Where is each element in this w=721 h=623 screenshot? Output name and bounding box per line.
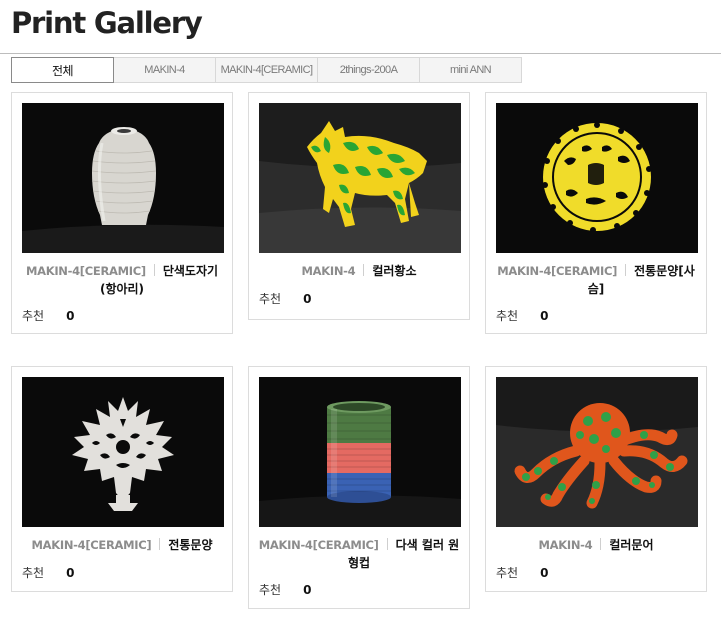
recommend-label: 추천 bbox=[22, 309, 45, 323]
recommend-label: 추천 bbox=[22, 566, 45, 580]
meta-separator bbox=[625, 264, 627, 276]
recommend-count: 0 bbox=[66, 566, 75, 580]
tab-2things-200a[interactable]: 2things-200A bbox=[317, 57, 420, 83]
card-meta: MAKIN-4[CERAMIC] 다색 컬러 원형컵 bbox=[249, 536, 469, 572]
product-image-ceramic-jar[interactable] bbox=[22, 103, 224, 253]
recommend-label: 추천 bbox=[496, 309, 519, 323]
printer-model: MAKIN-4[CERAMIC] bbox=[258, 538, 379, 552]
card-meta: MAKIN-4[CERAMIC] 단색도자기(항아리) bbox=[12, 262, 232, 298]
gallery-card[interactable]: MAKIN-4[CERAMIC] 다색 컬러 원형컵 추천 0 bbox=[248, 366, 470, 609]
product-image-colored-bull[interactable] bbox=[259, 103, 461, 253]
printer-model: MAKIN-4 bbox=[301, 264, 356, 278]
recommend-count: 0 bbox=[303, 583, 312, 597]
recommend-label: 추천 bbox=[496, 566, 519, 580]
page-title: Print Gallery bbox=[11, 6, 203, 40]
recommend-row: 추천 0 bbox=[259, 290, 311, 307]
meta-separator bbox=[153, 264, 155, 276]
recommend-count: 0 bbox=[540, 566, 549, 580]
product-image-striped-cup[interactable] bbox=[259, 377, 461, 527]
recommend-label: 추천 bbox=[259, 583, 282, 597]
recommend-count: 0 bbox=[303, 292, 312, 306]
meta-separator bbox=[600, 538, 602, 550]
recommend-count: 0 bbox=[66, 309, 75, 323]
tab-all[interactable]: 전체 bbox=[11, 57, 114, 83]
gallery-card[interactable]: MAKIN-4 컬러황소 추천 0 bbox=[248, 92, 470, 320]
card-meta: MAKIN-4 컬러문어 bbox=[486, 536, 706, 554]
meta-separator bbox=[386, 538, 388, 550]
printer-model: MAKIN-4 bbox=[538, 538, 593, 552]
meta-separator bbox=[363, 264, 365, 276]
product-image-white-ornament[interactable] bbox=[22, 377, 224, 527]
product-image-colored-octopus[interactable] bbox=[496, 377, 698, 527]
printer-model: MAKIN-4[CERAMIC] bbox=[25, 264, 146, 278]
tab-makin-4[interactable]: MAKIN-4 bbox=[113, 57, 216, 83]
printer-model: MAKIN-4[CERAMIC] bbox=[31, 538, 152, 552]
meta-separator bbox=[159, 538, 161, 550]
card-meta: MAKIN-4[CERAMIC] 전통문양 bbox=[12, 536, 232, 554]
tab-makin-4-ceramic[interactable]: MAKIN-4[CERAMIC] bbox=[215, 57, 318, 83]
card-meta: MAKIN-4 컬러황소 bbox=[249, 262, 469, 280]
recommend-count: 0 bbox=[540, 309, 549, 323]
recommend-label: 추천 bbox=[259, 292, 282, 306]
category-tabs: 전체 MAKIN-4 MAKIN-4[CERAMIC] 2things-200A… bbox=[11, 57, 522, 83]
product-image-deer-medallion[interactable] bbox=[496, 103, 698, 253]
item-name[interactable]: 컬러문어 bbox=[609, 538, 653, 552]
gallery-card[interactable]: MAKIN-4[CERAMIC] 단색도자기(항아리) 추천 0 bbox=[11, 92, 233, 334]
gallery-card[interactable]: MAKIN-4 컬러문어 추천 0 bbox=[485, 366, 707, 592]
card-meta: MAKIN-4[CERAMIC] 전통문양[사슴] bbox=[486, 262, 706, 298]
printer-model: MAKIN-4[CERAMIC] bbox=[497, 264, 618, 278]
recommend-row: 추천 0 bbox=[496, 307, 548, 324]
recommend-row: 추천 0 bbox=[22, 564, 74, 581]
item-name[interactable]: 컬러황소 bbox=[372, 264, 416, 278]
recommend-row: 추천 0 bbox=[259, 581, 311, 598]
recommend-row: 추천 0 bbox=[496, 564, 548, 581]
gallery-card[interactable]: MAKIN-4[CERAMIC] 전통문양 추천 0 bbox=[11, 366, 233, 592]
tab-mini-ann[interactable]: mini ANN bbox=[419, 57, 522, 83]
item-name[interactable]: 전통문양 bbox=[168, 538, 212, 552]
recommend-row: 추천 0 bbox=[22, 307, 74, 324]
title-divider bbox=[0, 53, 721, 54]
gallery-card[interactable]: MAKIN-4[CERAMIC] 전통문양[사슴] 추천 0 bbox=[485, 92, 707, 334]
